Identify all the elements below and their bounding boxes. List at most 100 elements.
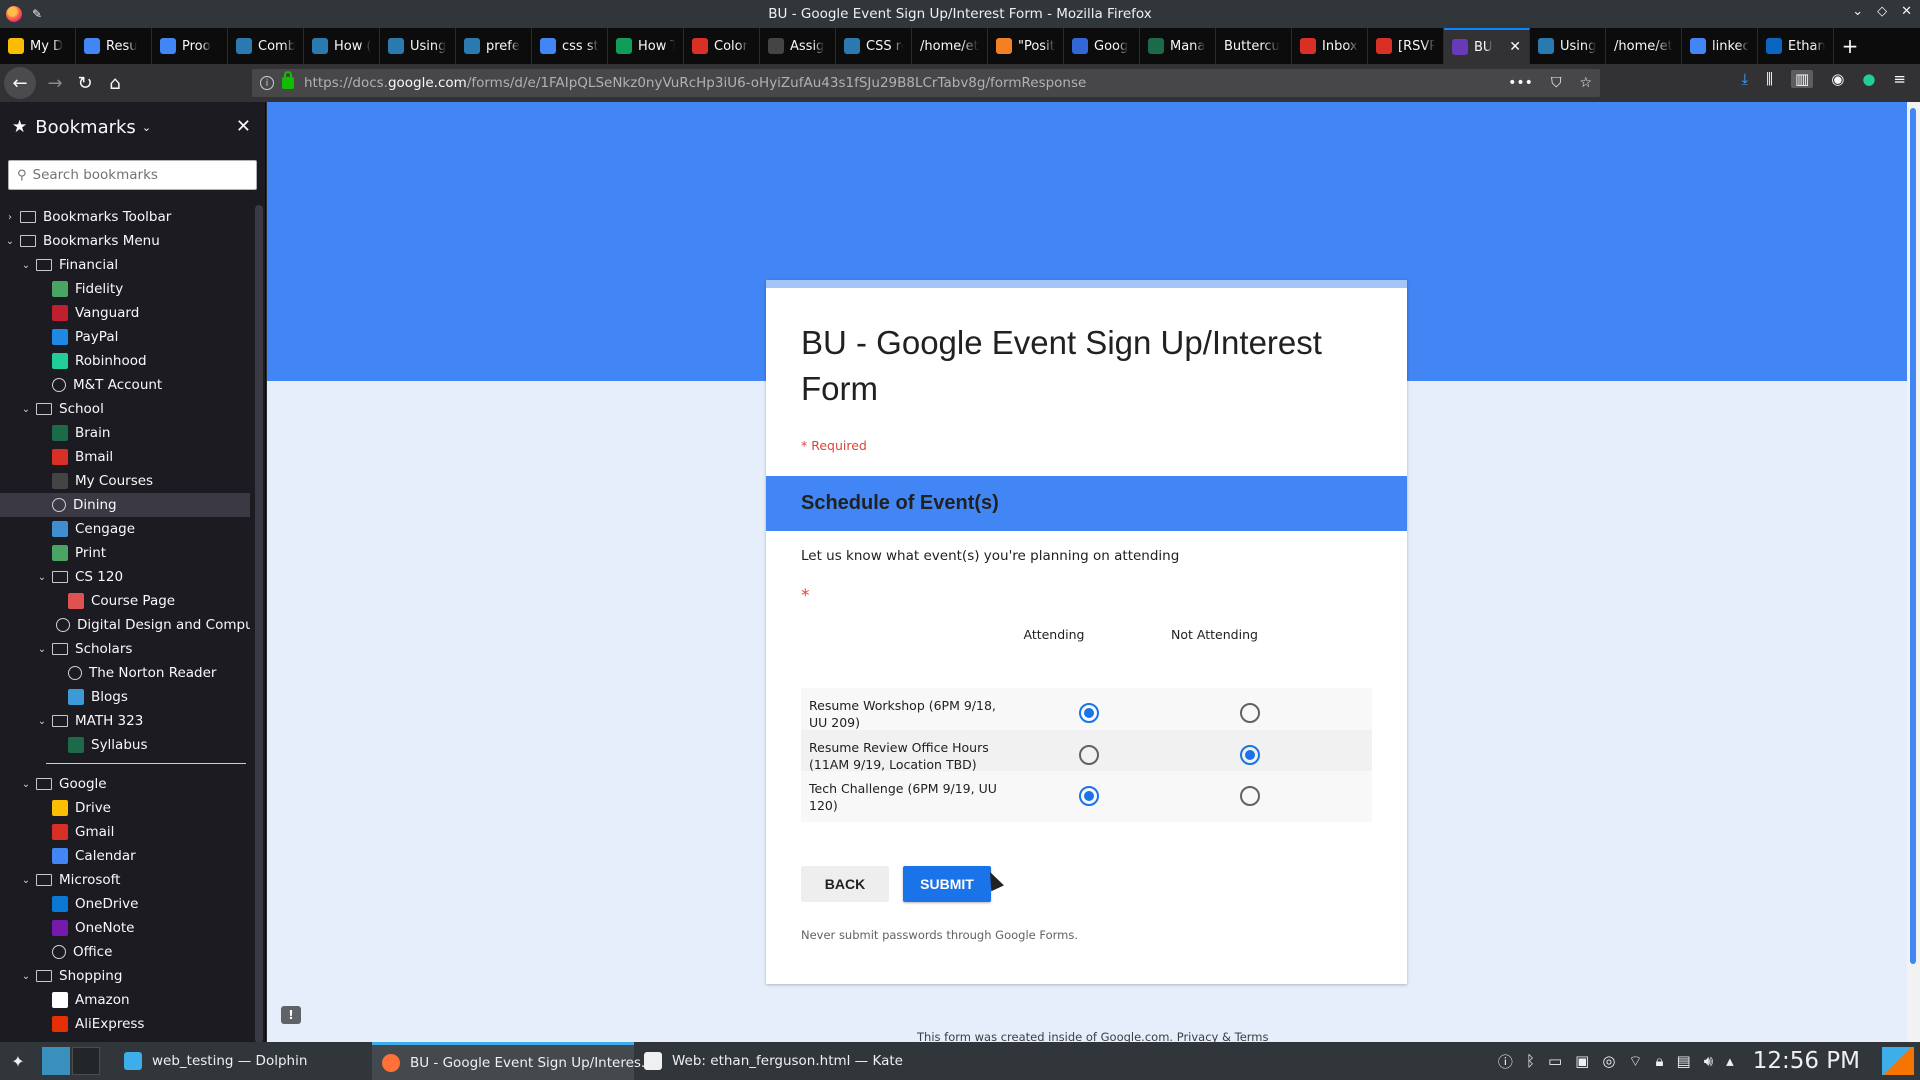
show-desktop-icon[interactable] <box>1882 1047 1914 1075</box>
bookmark-item[interactable]: OneNote <box>0 916 250 940</box>
browser-tab[interactable]: "Posit <box>988 28 1064 64</box>
desktop-1[interactable] <box>42 1047 70 1075</box>
library-icon[interactable]: ⫼ <box>1766 70 1773 88</box>
bookmark-item[interactable]: Amazon <box>0 988 250 1012</box>
radio-attending[interactable] <box>1079 703 1099 723</box>
bookmark-item[interactable]: Gmail <box>0 820 250 844</box>
pocket-icon[interactable]: ⛉ <box>1551 75 1562 91</box>
browser-tab[interactable]: /home/et <box>912 28 988 64</box>
browser-tab[interactable]: My D <box>0 28 76 64</box>
close-window-icon[interactable]: ✕ <box>1901 4 1912 19</box>
back-button-form[interactable]: BACK <box>801 866 889 902</box>
submit-button[interactable]: SUBMIT <box>903 866 991 902</box>
url-bar[interactable]: i https://docs.google.com/forms/d/e/1FAI… <box>252 69 1600 97</box>
taskbar-task[interactable]: Web: ethan_ferguson.html — Kate <box>634 1042 903 1080</box>
browser-tab[interactable]: linkec <box>1682 28 1758 64</box>
feedback-icon[interactable]: ! <box>281 1006 301 1024</box>
bluetooth-icon[interactable]: ᛒ <box>1526 1052 1535 1070</box>
bookmark-item[interactable]: Calendar <box>0 844 250 868</box>
chevron-down-icon[interactable]: ⌄ <box>142 121 151 134</box>
bookmark-item[interactable]: Fidelity <box>0 277 250 301</box>
twisty-open-icon[interactable]: ⌄ <box>36 716 48 727</box>
bookmark-item[interactable]: My Courses <box>0 469 250 493</box>
account-icon[interactable]: ◉ <box>1831 70 1844 88</box>
volume-icon[interactable]: 🔊︎ <box>1704 1052 1713 1070</box>
application-launcher-icon[interactable]: ✦ <box>6 1049 30 1073</box>
bookmark-item[interactable]: ⌄ Microsoft <box>0 868 250 892</box>
clock[interactable]: 12:56 PM <box>1753 1048 1860 1074</box>
bookmark-item[interactable]: ⌄ Financial <box>0 253 250 277</box>
radio-not-attending[interactable] <box>1240 703 1260 723</box>
bookmark-item[interactable]: Office <box>0 940 250 964</box>
radio-attending[interactable] <box>1079 745 1099 765</box>
browser-tab[interactable]: How ( <box>304 28 380 64</box>
browser-tab[interactable]: css st <box>532 28 608 64</box>
close-sidebar-icon[interactable]: ✕ <box>236 116 251 137</box>
browser-tab[interactable]: Using <box>380 28 456 64</box>
browser-tab[interactable]: Assig <box>760 28 836 64</box>
page-scrollbar[interactable] <box>1907 102 1920 1042</box>
bookmark-item[interactable]: Course Page <box>0 589 250 613</box>
radio-not-attending[interactable] <box>1240 786 1260 806</box>
twisty-closed-icon[interactable]: › <box>4 212 16 223</box>
search-bookmarks-input[interactable]: ⚲ Search bookmarks <box>8 160 257 190</box>
bookmark-item[interactable]: AliExpress <box>0 1012 250 1036</box>
sidebar-scrollbar[interactable] <box>255 205 263 1043</box>
radio-not-attending[interactable] <box>1240 745 1260 765</box>
screenshot-icon[interactable]: ▣ <box>1575 1052 1589 1070</box>
browser-tab[interactable]: Mana <box>1140 28 1216 64</box>
tray-expand-icon[interactable]: ▴ <box>1726 1052 1734 1070</box>
bookmark-item[interactable]: Blogs <box>0 685 250 709</box>
lock-screen-icon[interactable]: 🔒︎ <box>1656 1052 1664 1070</box>
browser-tab[interactable]: Using <box>1530 28 1606 64</box>
browser-tab[interactable]: Proo <box>152 28 228 64</box>
bookmark-item[interactable]: › Bookmarks Toolbar <box>0 205 250 229</box>
twisty-open-icon[interactable]: ⌄ <box>20 875 32 886</box>
bookmark-item[interactable]: Robinhood <box>0 349 250 373</box>
extension-icon[interactable]: ● <box>1862 70 1875 88</box>
browser-tab[interactable]: How T <box>608 28 684 64</box>
forward-button[interactable]: → <box>40 68 70 98</box>
notifications-icon[interactable]: ⓘ <box>1498 1051 1513 1072</box>
browser-tab[interactable]: Resu <box>76 28 152 64</box>
steam-icon[interactable]: ◎ <box>1602 1052 1615 1070</box>
bookmark-item[interactable]: Dining <box>0 493 250 517</box>
browser-tab[interactable]: Goog <box>1064 28 1140 64</box>
bookmark-item[interactable]: Print <box>0 541 250 565</box>
maximize-icon[interactable]: ◇ <box>1877 4 1887 19</box>
bookmark-item[interactable]: ⌄ MATH 323 <box>0 709 250 733</box>
radio-attending[interactable] <box>1079 786 1099 806</box>
taskbar-task[interactable]: BU - Google Event Sign Up/Interes... <box>372 1042 654 1080</box>
bookmark-item[interactable]: ⌄ Google <box>0 772 250 796</box>
bookmark-item[interactable]: The Norton Reader <box>0 661 250 685</box>
browser-tab[interactable]: CSS re <box>836 28 912 64</box>
bookmark-item[interactable]: PayPal <box>0 325 250 349</box>
new-tab-button[interactable]: + <box>1834 28 1866 64</box>
bookmark-item[interactable]: M&T Account <box>0 373 250 397</box>
close-tab-icon[interactable]: ✕ <box>1509 39 1521 55</box>
virtual-desktop-pager[interactable] <box>42 1047 100 1075</box>
browser-tab[interactable]: Inbox <box>1292 28 1368 64</box>
twisty-open-icon[interactable]: ⌄ <box>36 644 48 655</box>
lock-icon[interactable] <box>282 71 294 89</box>
browser-tab[interactable]: Color <box>684 28 760 64</box>
wifi-icon[interactable]: ⌔ <box>1628 1052 1642 1071</box>
sidebar-title[interactable]: Bookmarks <box>35 117 136 138</box>
info-icon[interactable]: i <box>260 76 274 90</box>
home-button[interactable]: ⌂ <box>100 68 130 98</box>
twisty-open-icon[interactable]: ⌄ <box>20 971 32 982</box>
browser-tab[interactable]: prefe <box>456 28 532 64</box>
bookmark-item[interactable]: ⌄ School <box>0 397 250 421</box>
browser-tab[interactable]: Buttercu <box>1216 28 1292 64</box>
url-text[interactable]: https://docs.google.com/forms/d/e/1FAIpQ… <box>304 75 1086 91</box>
twisty-open-icon[interactable]: ⌄ <box>36 572 48 583</box>
bookmark-item[interactable]: Vanguard <box>0 301 250 325</box>
page-actions-icon[interactable]: ••• <box>1508 75 1533 91</box>
twisty-open-icon[interactable]: ⌄ <box>4 236 16 247</box>
bookmark-item[interactable]: ⌄ Shopping <box>0 964 250 988</box>
bookmark-item[interactable]: ⌄ CS 120 <box>0 565 250 589</box>
bookmark-star-icon[interactable]: ☆ <box>1579 75 1592 91</box>
browser-tab[interactable]: Ethan <box>1758 28 1834 64</box>
reload-button[interactable]: ↻ <box>70 68 100 98</box>
bookmark-item[interactable]: ⌄ Scholars <box>0 637 250 661</box>
